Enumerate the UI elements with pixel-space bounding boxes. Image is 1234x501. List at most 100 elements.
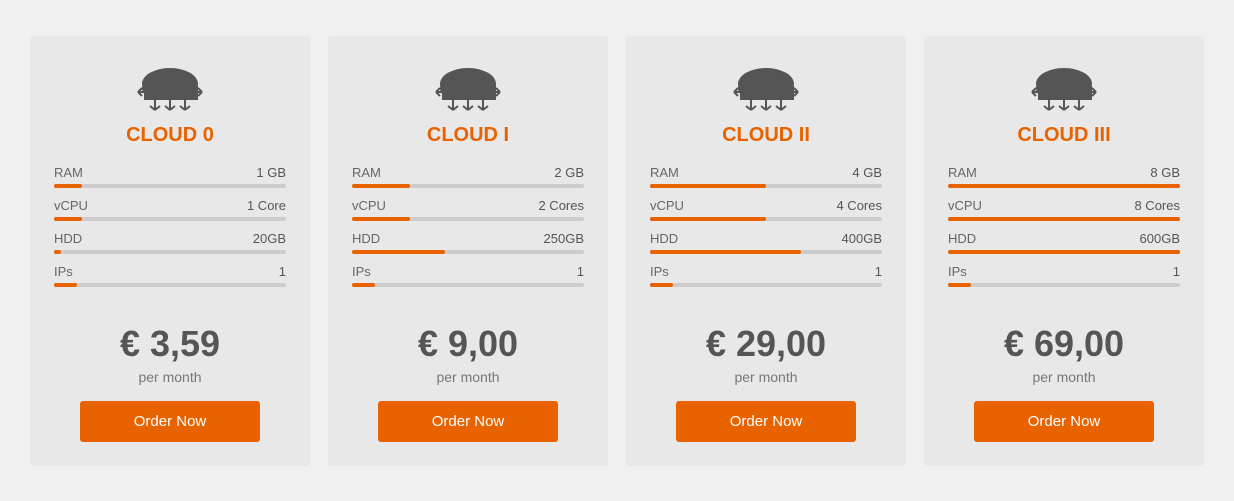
spec-row-hdd: HDD 20GB bbox=[54, 231, 286, 254]
spec-row-ram: RAM 2 GB bbox=[352, 165, 584, 188]
spec-row-vcpu: vCPU4 Cores bbox=[650, 198, 882, 221]
price-value: € 29,00 bbox=[706, 323, 826, 365]
spec-row-ips: IPs 1 bbox=[54, 264, 286, 287]
spec-bar-fill bbox=[352, 250, 445, 254]
spec-bar-track bbox=[948, 283, 1180, 287]
spec-bar-fill bbox=[352, 283, 375, 287]
spec-row-hdd: HDD 600GB bbox=[948, 231, 1180, 254]
cloud-icon bbox=[130, 56, 210, 116]
spec-label: HDD bbox=[650, 231, 678, 246]
order-now-button[interactable]: Order Now bbox=[676, 401, 856, 442]
spec-bar-track bbox=[650, 250, 882, 254]
spec-value: 2 GB bbox=[554, 165, 584, 180]
card-cloud-0: CLOUD 0RAM1 GBvCPU1 CoreHDD20GBIPs1€ 3,5… bbox=[30, 36, 310, 466]
per-month-label: per month bbox=[120, 369, 220, 385]
spec-label: IPs bbox=[948, 264, 967, 279]
spec-value: 1 Core bbox=[247, 198, 286, 213]
spec-label: RAM bbox=[352, 165, 381, 180]
spec-label: RAM bbox=[650, 165, 679, 180]
spec-bar-track bbox=[352, 184, 584, 188]
spec-value: 1 GB bbox=[256, 165, 286, 180]
per-month-label: per month bbox=[706, 369, 826, 385]
plan-name: CLOUD I bbox=[427, 124, 509, 147]
spec-bar-track bbox=[54, 250, 286, 254]
spec-bar-track bbox=[352, 283, 584, 287]
spec-bar-track bbox=[948, 217, 1180, 221]
card-cloud-1: CLOUD I RAM 2 GB vCPU 2 Cores HDD 250GB IPs 1 € 9… bbox=[328, 36, 608, 466]
spec-bar-track bbox=[54, 217, 286, 221]
spec-bar-fill bbox=[54, 283, 77, 287]
spec-label: HDD bbox=[54, 231, 82, 246]
spec-value: 8 Cores bbox=[1134, 198, 1180, 213]
spec-bar-track bbox=[352, 250, 584, 254]
price-section: € 29,00 per month bbox=[706, 323, 826, 385]
spec-row-ram: RAM 1 GB bbox=[54, 165, 286, 188]
spec-label: vCPU bbox=[650, 198, 684, 213]
spec-row-ram: RAM 4 GB bbox=[650, 165, 882, 188]
spec-bar-track bbox=[54, 283, 286, 287]
spec-bar-fill bbox=[650, 250, 801, 254]
spec-bar-fill bbox=[54, 250, 61, 254]
order-now-button[interactable]: Order Now bbox=[974, 401, 1154, 442]
spec-row-ram: RAM8 GB bbox=[948, 165, 1180, 188]
spec-label: HDD bbox=[352, 231, 380, 246]
card-cloud-2: CLOUD II RAM 4 GB vCPU4 Cores HDD400GB IPs 1 € … bbox=[626, 36, 906, 466]
spec-row-vcpu: vCPU 1 Core bbox=[54, 198, 286, 221]
spec-bar-fill bbox=[948, 250, 1180, 254]
spec-bar-fill bbox=[948, 283, 971, 287]
spec-bar-track bbox=[352, 217, 584, 221]
spec-bar-fill bbox=[54, 184, 82, 188]
spec-label: vCPU bbox=[948, 198, 982, 213]
spec-value: 250GB bbox=[544, 231, 584, 246]
spec-bar-track bbox=[948, 250, 1180, 254]
spec-bar-fill bbox=[650, 283, 673, 287]
spec-label: RAM bbox=[54, 165, 83, 180]
spec-value: 1 bbox=[577, 264, 584, 279]
spec-value: 1 bbox=[1173, 264, 1180, 279]
spec-bar-fill bbox=[650, 184, 766, 188]
spec-bar-fill bbox=[54, 217, 82, 221]
spec-label: IPs bbox=[54, 264, 73, 279]
spec-bar-track bbox=[54, 184, 286, 188]
price-section: € 69,00 per month bbox=[1004, 323, 1124, 385]
spec-label: HDD bbox=[948, 231, 976, 246]
specs-list: RAM 2 GB vCPU 2 Cores HDD 250GB IPs 1 bbox=[352, 165, 584, 297]
spec-row-hdd: HDD400GB bbox=[650, 231, 882, 254]
specs-list: RAM 1 GB vCPU 1 Core HDD 20GB IPs 1 bbox=[54, 165, 286, 297]
spec-label: vCPU bbox=[54, 198, 88, 213]
spec-value: 4 GB bbox=[852, 165, 882, 180]
spec-bar-track bbox=[650, 217, 882, 221]
spec-bar-track bbox=[948, 184, 1180, 188]
per-month-label: per month bbox=[1004, 369, 1124, 385]
specs-list: RAM 4 GB vCPU4 Cores HDD400GB IPs 1 bbox=[650, 165, 882, 297]
price-value: € 69,00 bbox=[1004, 323, 1124, 365]
price-section: € 9,00per month bbox=[418, 323, 518, 385]
spec-label: RAM bbox=[948, 165, 977, 180]
order-now-button[interactable]: Order Now bbox=[378, 401, 558, 442]
order-now-button[interactable]: Order Now bbox=[80, 401, 260, 442]
spec-value: 2 Cores bbox=[538, 198, 584, 213]
specs-list: RAM8 GB vCPU 8 Cores HDD 600GB IPs 1 bbox=[948, 165, 1180, 297]
spec-label: IPs bbox=[352, 264, 371, 279]
price-value: € 9,00 bbox=[418, 323, 518, 365]
spec-value: 600GB bbox=[1140, 231, 1180, 246]
spec-value: 1 bbox=[875, 264, 882, 279]
cloud-icon bbox=[428, 56, 508, 116]
spec-bar-fill bbox=[650, 217, 766, 221]
cloud-icon bbox=[726, 56, 806, 116]
price-section: € 3,59per month bbox=[120, 323, 220, 385]
spec-row-vcpu: vCPU 8 Cores bbox=[948, 198, 1180, 221]
pricing-cards: CLOUD 0RAM1 GBvCPU1 CoreHDD20GBIPs1€ 3,5… bbox=[30, 36, 1204, 466]
spec-row-ips: IPs 1 bbox=[948, 264, 1180, 287]
spec-bar-fill bbox=[948, 217, 1180, 221]
spec-value: 20GB bbox=[253, 231, 286, 246]
plan-name: CLOUD III bbox=[1017, 124, 1110, 147]
spec-row-ips: IPs 1 bbox=[352, 264, 584, 287]
spec-bar-fill bbox=[352, 184, 410, 188]
plan-name: CLOUD II bbox=[722, 124, 810, 147]
spec-value: 1 bbox=[279, 264, 286, 279]
spec-bar-fill bbox=[948, 184, 1180, 188]
spec-label: vCPU bbox=[352, 198, 386, 213]
spec-label: IPs bbox=[650, 264, 669, 279]
card-cloud-3: CLOUD III RAM8 GB vCPU 8 Cores HDD 600GB IPs 1 €… bbox=[924, 36, 1204, 466]
